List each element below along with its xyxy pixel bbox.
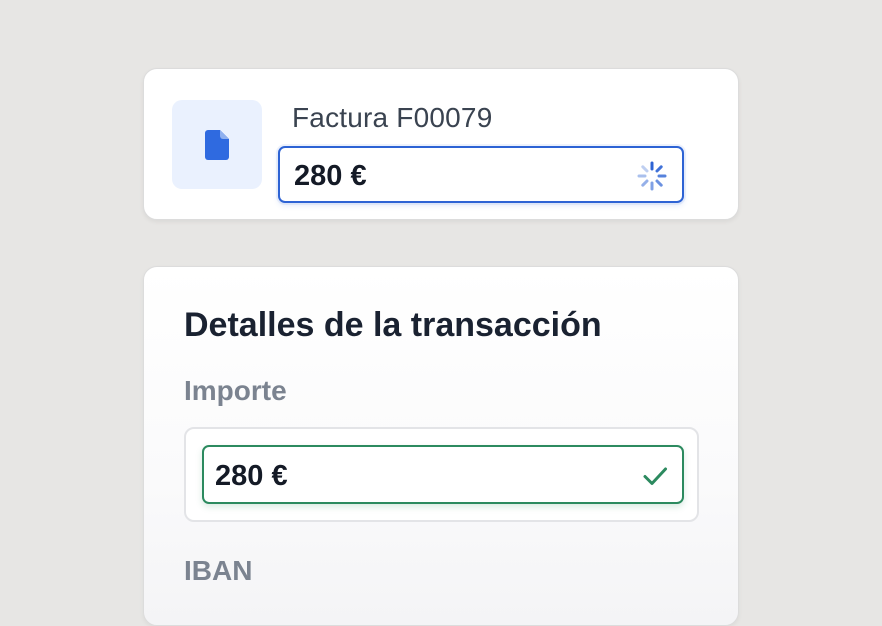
checkmark-icon: [643, 467, 667, 485]
invoice-amount-value: 280 €: [294, 160, 367, 192]
document-tile: [172, 100, 262, 189]
amount-label: Importe: [184, 375, 287, 406]
transaction-details-card: Detalles de la transacción Importe 280 €…: [143, 266, 739, 626]
invoice-amount-field[interactable]: 280 €: [278, 146, 684, 203]
details-title: Detalles de la transacción: [184, 306, 602, 344]
iban-label: IBAN: [184, 555, 253, 586]
amount-field-container: 280 €: [184, 427, 699, 522]
invoice-title: Factura F00079: [292, 102, 493, 133]
loading-spinner-icon: [637, 161, 667, 191]
invoice-card: Factura F00079 280 €: [143, 68, 739, 220]
amount-field[interactable]: 280 €: [202, 445, 684, 504]
amount-value: 280 €: [215, 460, 288, 492]
document-icon: [205, 129, 229, 160]
